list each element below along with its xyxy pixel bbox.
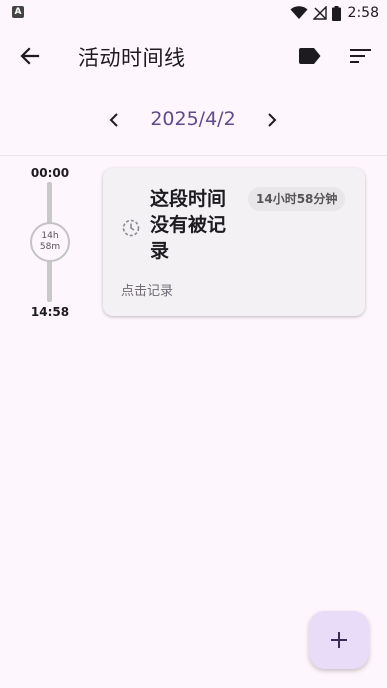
wifi-icon <box>290 6 308 19</box>
label-tag-icon <box>299 48 321 64</box>
label-button[interactable] <box>292 38 328 74</box>
clock-dashed-icon <box>122 219 140 237</box>
duration-minutes: 58m <box>39 242 61 252</box>
status-time: 2:58 <box>347 5 379 21</box>
timeline-end-time: 14:58 <box>30 305 70 319</box>
duration-indicator: 14h 58m <box>30 222 70 262</box>
sort-icon <box>350 49 371 63</box>
back-button[interactable] <box>12 38 48 74</box>
chevron-right-icon <box>268 113 277 127</box>
unrecorded-period-card[interactable]: 这段时间没有被记录 14小时58分钟 点击记录 <box>103 168 365 316</box>
duration-badge: 14小时58分钟 <box>248 187 346 211</box>
sort-button[interactable] <box>343 38 379 74</box>
page-title: 活动时间线 <box>78 46 186 70</box>
timeline: 00:00 14h 58m 14:58 <box>18 160 82 320</box>
card-title: 这段时间没有被记录 <box>150 188 227 262</box>
status-icons: 2:58 <box>290 4 379 22</box>
timeline-start-time: 00:00 <box>30 166 70 180</box>
no-signal-icon <box>312 6 327 20</box>
chevron-left-icon <box>109 113 118 127</box>
current-date[interactable]: 2025/4/2 <box>140 108 246 130</box>
divider <box>0 155 387 156</box>
card-hint: 点击记录 <box>121 284 174 299</box>
battery-icon <box>331 5 341 21</box>
app-bar: 活动时间线 <box>0 26 387 86</box>
plus-icon <box>331 632 347 648</box>
status-bar: A 2:58 <box>0 0 387 26</box>
previous-day-button[interactable] <box>98 102 130 138</box>
date-navigator: 2025/4/2 <box>0 100 387 140</box>
arrow-left-icon <box>20 47 40 65</box>
next-day-button[interactable] <box>256 102 288 138</box>
app-notification-icon: A <box>12 6 24 18</box>
add-record-button[interactable] <box>309 611 369 669</box>
duration-hours: 14h <box>41 231 59 241</box>
